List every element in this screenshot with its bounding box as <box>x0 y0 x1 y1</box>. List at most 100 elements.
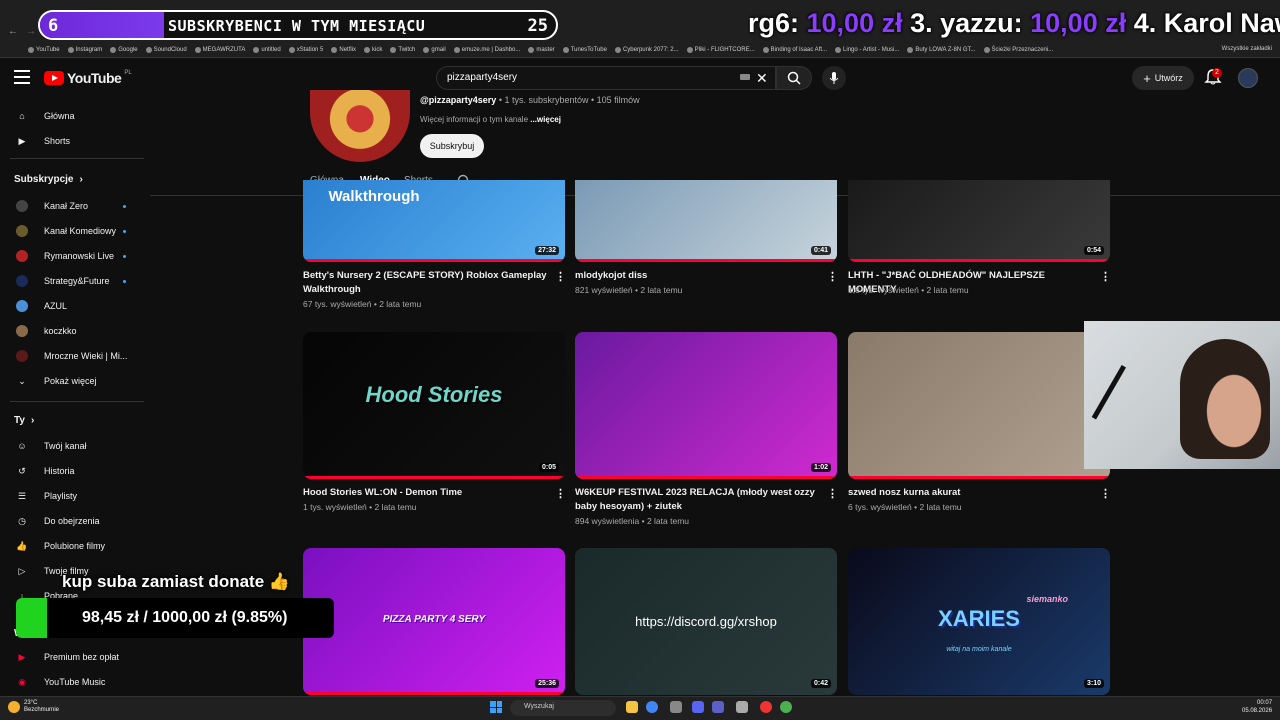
sidebar-subscription-item[interactable]: Rymanowski Live <box>0 245 148 267</box>
webcam-microphone-arm <box>1091 365 1157 437</box>
sidebar-subscription-item[interactable]: Kanał Komediowy <box>0 220 148 242</box>
bookmark-favicon-icon <box>194 46 201 53</box>
sidebar-subscription-item[interactable]: Mroczne Wieki | Mi... <box>0 345 148 367</box>
video-title[interactable]: Betty's Nursery 2 (ESCAPE STORY) Roblox … <box>303 269 549 297</box>
watch-progress-bar <box>575 259 837 262</box>
sidebar-item-premium[interactable]: ◉ YouTube Music <box>0 671 148 693</box>
bookmark-item[interactable]: Pliki - FLIGHTCORE... <box>686 46 755 53</box>
shorts-icon: ▶ <box>18 135 26 146</box>
all-bookmarks-link[interactable]: Wszystkie zakładki <box>1222 46 1272 52</box>
video-title[interactable]: W6KEUP FESTIVAL 2023 RELACJA (młody west… <box>575 486 821 514</box>
sidebar-subscription-item[interactable]: koczkko <box>0 320 148 342</box>
sidebar-item-home[interactable]: ⌂ Główna <box>0 105 148 127</box>
subscriptions-heading[interactable]: Subskrypcje › <box>14 174 83 185</box>
system-clock[interactable]: 00:07 05.08.2026 <box>1242 699 1272 715</box>
forward-icon[interactable]: → <box>26 26 36 37</box>
video-menu-icon[interactable]: ⋮ <box>827 488 838 500</box>
video-menu-icon[interactable]: ⋮ <box>1100 488 1111 500</box>
back-icon[interactable]: ← <box>8 26 18 37</box>
discord-icon[interactable] <box>692 701 704 713</box>
bookmark-item[interactable]: Buty LOWA Z-8N GT... <box>907 46 976 53</box>
bookmark-favicon-icon <box>686 46 693 53</box>
menu-icon[interactable] <box>14 70 30 84</box>
voice-search-button[interactable] <box>822 66 846 90</box>
bookmark-item[interactable]: Binding of Isaac Aft... <box>762 46 827 53</box>
search-button[interactable] <box>776 66 812 90</box>
sidebar-item-premium[interactable]: ▶ Premium bez opłat <box>0 646 148 668</box>
bookmark-item[interactable]: Cyberpunk 2077: 2... <box>614 46 679 53</box>
bookmark-item[interactable]: Lingo - Artist - Musi... <box>835 46 899 53</box>
app-icon[interactable] <box>736 701 748 713</box>
bookmark-item[interactable]: TunesToTube <box>562 46 607 53</box>
app-icon[interactable] <box>670 701 682 713</box>
video-thumbnail[interactable]: XARIES siemanko witaj na moim kanale 3:10 <box>848 548 1110 695</box>
bookmark-item[interactable]: Twitch <box>390 46 415 53</box>
bookmark-item[interactable]: Ścieżki Przeznaczeni... <box>983 46 1053 53</box>
you-heading[interactable]: Ty › <box>14 415 34 426</box>
sidebar-item-you[interactable]: ☺ Twój kanał <box>0 435 148 457</box>
bookmarks-bar: YouTube Instagram Google SoundCloud MEGAWRZU… <box>0 42 1280 58</box>
video-thumbnail[interactable]: 0:54 <box>848 180 1110 262</box>
video-title[interactable]: szwed nosz kurna akurat <box>848 486 1094 500</box>
video-duration: 0:42 <box>810 679 831 688</box>
video-title[interactable]: Hood Stories WL:ON - Demon Time <box>303 486 549 500</box>
bookmark-item[interactable]: MEGAWRZUTA <box>194 46 245 53</box>
create-button[interactable]: + Utwórz <box>1132 66 1194 90</box>
subscribe-button[interactable]: Subskrybuj <box>420 134 484 158</box>
video-thumbnail[interactable]: Walkthrough 27:32 <box>303 180 565 262</box>
channel-more-info[interactable]: Więcej informacji o tym kanale ...więcej <box>420 115 561 124</box>
video-thumbnail[interactable]: 0:41 <box>575 180 837 262</box>
sidebar-item-you[interactable]: 👍 Polubione filmy <box>0 535 148 557</box>
video-thumbnail[interactable] <box>848 332 1110 479</box>
channel-more-link[interactable]: ...więcej <box>530 115 561 124</box>
bookmark-item[interactable]: Netflix <box>331 46 356 53</box>
bookmark-item[interactable]: xStation 5 <box>288 46 323 53</box>
sidebar-item-you[interactable]: ◷ Do obejrzenia <box>0 510 148 532</box>
video-menu-icon[interactable]: ⋮ <box>555 488 566 500</box>
chrome-icon[interactable] <box>646 701 658 713</box>
video-thumbnail[interactable]: Hood Stories 0:05 <box>303 332 565 479</box>
youtube-logo[interactable]: YouTube PL <box>44 70 132 86</box>
video-menu-icon[interactable]: ⋮ <box>1100 271 1111 283</box>
sidebar-item-you[interactable]: ↺ Historia <box>0 460 148 482</box>
sidebar-subscription-item[interactable]: AZUL <box>0 295 148 317</box>
sidebar-item-you[interactable]: ☰ Playlisty <box>0 485 148 507</box>
sidebar-item-label: Twój kanał <box>44 441 87 451</box>
video-thumbnail[interactable]: https://discord.gg/xrshop 0:42 <box>575 548 837 695</box>
bookmark-favicon-icon <box>364 46 371 53</box>
sidebar-item-label: Główna <box>44 111 75 121</box>
chrome-alt-icon[interactable] <box>780 701 792 713</box>
bookmark-item[interactable]: Google <box>110 46 138 53</box>
weather-widget[interactable]: 23°C Bezchmurnie <box>8 700 59 714</box>
clear-search-icon[interactable]: ✕ <box>756 70 768 87</box>
file-explorer-icon[interactable] <box>626 701 638 713</box>
show-more-button[interactable]: ⌄ Pokaż więcej <box>0 370 148 392</box>
windows-start-icon[interactable] <box>490 701 502 713</box>
obs-icon[interactable] <box>760 701 772 713</box>
sidebar-subscription-item[interactable]: Strategy&Future <box>0 270 148 292</box>
bookmark-item[interactable]: master <box>528 46 555 53</box>
bookmark-item[interactable]: untitled <box>253 46 281 53</box>
video-thumbnail[interactable]: PIZZA PARTY 4 SERY 25:36 <box>303 548 565 695</box>
video-menu-icon[interactable]: ⋮ <box>827 271 838 283</box>
video-title[interactable]: mlodykojot diss <box>575 269 821 283</box>
keyboard-icon[interactable] <box>740 74 750 80</box>
search-input[interactable]: pizzaparty4sery <box>436 66 776 90</box>
sidebar-subscription-item[interactable]: Kanał Zero <box>0 195 148 217</box>
thumbnail-overlay-text: PIZZA PARTY 4 SERY <box>382 614 486 625</box>
bookmark-item[interactable]: emuze.me | Dashbo... <box>453 46 520 53</box>
teams-icon[interactable] <box>712 701 724 713</box>
bookmark-item[interactable]: SoundCloud <box>145 46 187 53</box>
sidebar-item-label: Premium bez opłat <box>44 652 120 662</box>
bookmark-item[interactable]: gmail <box>423 46 446 53</box>
taskbar-search[interactable]: Wyszukaj <box>510 700 616 716</box>
subscription-label: Kanał Zero <box>44 201 89 211</box>
video-thumbnail[interactable]: 1:02 <box>575 332 837 479</box>
sidebar-item-shorts[interactable]: ▶ Shorts <box>0 130 148 152</box>
bookmark-item[interactable]: Instagram <box>67 46 102 53</box>
account-avatar[interactable] <box>1238 68 1258 88</box>
bookmark-item[interactable]: YouTube <box>28 46 60 53</box>
channel-avatar[interactable] <box>310 90 410 162</box>
bookmark-item[interactable]: kick <box>364 46 382 53</box>
video-menu-icon[interactable]: ⋮ <box>555 271 566 283</box>
